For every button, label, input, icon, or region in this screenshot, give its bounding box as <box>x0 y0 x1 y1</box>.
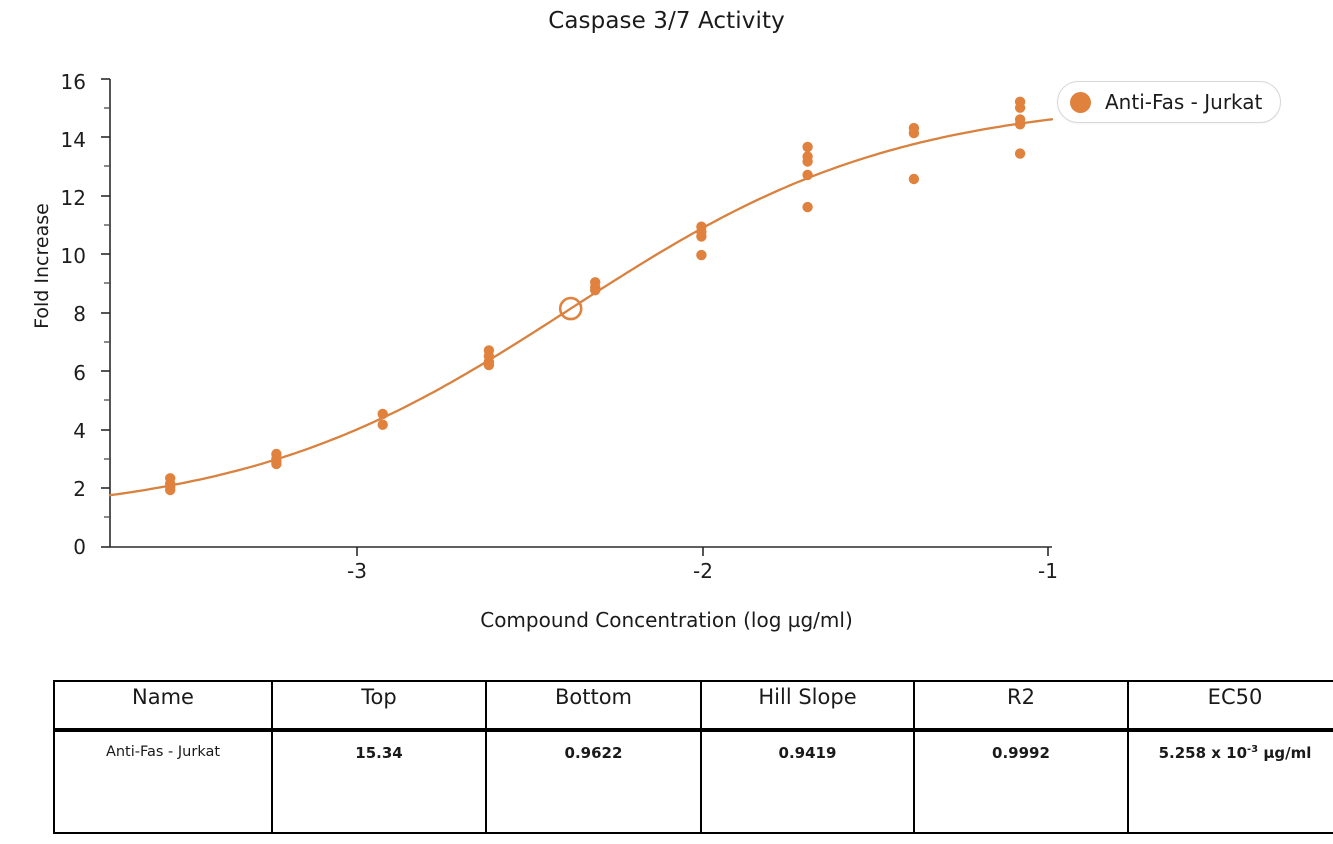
y-tick-label: 16 <box>60 70 86 94</box>
cell-r2: 0.9992 <box>913 729 1129 834</box>
cell-bottom: 0.9622 <box>485 729 702 834</box>
data-point <box>1014 148 1026 159</box>
column-header-bottom: Bottom <box>485 680 702 732</box>
data-point <box>802 169 813 181</box>
data-points <box>165 96 1026 496</box>
cell-hill-slope: 0.9419 <box>700 729 915 834</box>
data-point <box>590 285 601 296</box>
y-tick-label: 2 <box>73 477 86 501</box>
x-tick-label: -2 <box>693 559 713 583</box>
data-point <box>377 419 388 430</box>
cell-ec50: 5.258 x 10-3 µg/ml <box>1127 729 1333 834</box>
ec50-units: µg/ml <box>1263 744 1312 762</box>
data-point <box>802 156 813 167</box>
column-header-hill-slope: Hill Slope <box>700 680 915 732</box>
y-tick-label: 12 <box>60 186 86 210</box>
caspase-activity-figure: Caspase 3/7 Activity Fold Increase Compo… <box>0 0 1333 844</box>
data-point <box>165 484 176 496</box>
data-point <box>908 127 920 139</box>
chart-legend[interactable]: Anti-Fas - Jurkat <box>1057 81 1282 123</box>
x-tick-label: -3 <box>347 559 367 583</box>
legend-item-label: Anti-Fas - Jurkat <box>1105 90 1263 114</box>
data-point <box>377 408 388 420</box>
x-tick-label: -1 <box>1038 559 1058 583</box>
y-tick-label: 10 <box>60 244 86 268</box>
results-table: Name Top Bottom Hill Slope R2 EC50 Anti-… <box>53 680 1333 834</box>
cell-top: 15.34 <box>271 729 487 834</box>
column-header-name: Name <box>53 680 273 732</box>
y-tick-label: 4 <box>73 419 86 443</box>
x-axis-title: Compound Concentration (log µg/ml) <box>480 608 853 632</box>
data-point <box>802 141 813 153</box>
column-header-ec50: EC50 <box>1127 680 1333 732</box>
y-tick-label: 14 <box>60 128 86 152</box>
data-point <box>483 359 495 371</box>
column-header-top: Top <box>271 680 487 732</box>
y-major-ticks <box>101 78 110 548</box>
y-tick-label: 8 <box>73 302 86 326</box>
plot-area: Fold Increase Compound Concentration (lo… <box>0 0 1333 660</box>
column-header-r2: R2 <box>913 680 1129 732</box>
y-tick-label: 6 <box>73 361 86 385</box>
data-point <box>1014 102 1026 113</box>
x-major-ticks <box>356 547 1049 556</box>
table-row: Anti-Fas - Jurkat 15.34 0.9622 0.9419 0.… <box>53 729 1333 834</box>
y-tick-label: 0 <box>73 535 86 559</box>
ec50-mantissa: 5.258 x 10 <box>1158 744 1248 762</box>
table-header-row: Name Top Bottom Hill Slope R2 EC50 <box>53 680 1333 732</box>
data-point <box>802 201 813 213</box>
data-point <box>271 458 282 470</box>
data-point <box>908 173 920 185</box>
cell-name: Anti-Fas - Jurkat <box>53 729 273 834</box>
data-point <box>696 249 707 261</box>
data-point <box>696 231 707 242</box>
ec50-exponent: -3 <box>1247 744 1259 755</box>
data-point <box>1014 119 1026 130</box>
legend-marker-dot <box>1070 91 1091 113</box>
